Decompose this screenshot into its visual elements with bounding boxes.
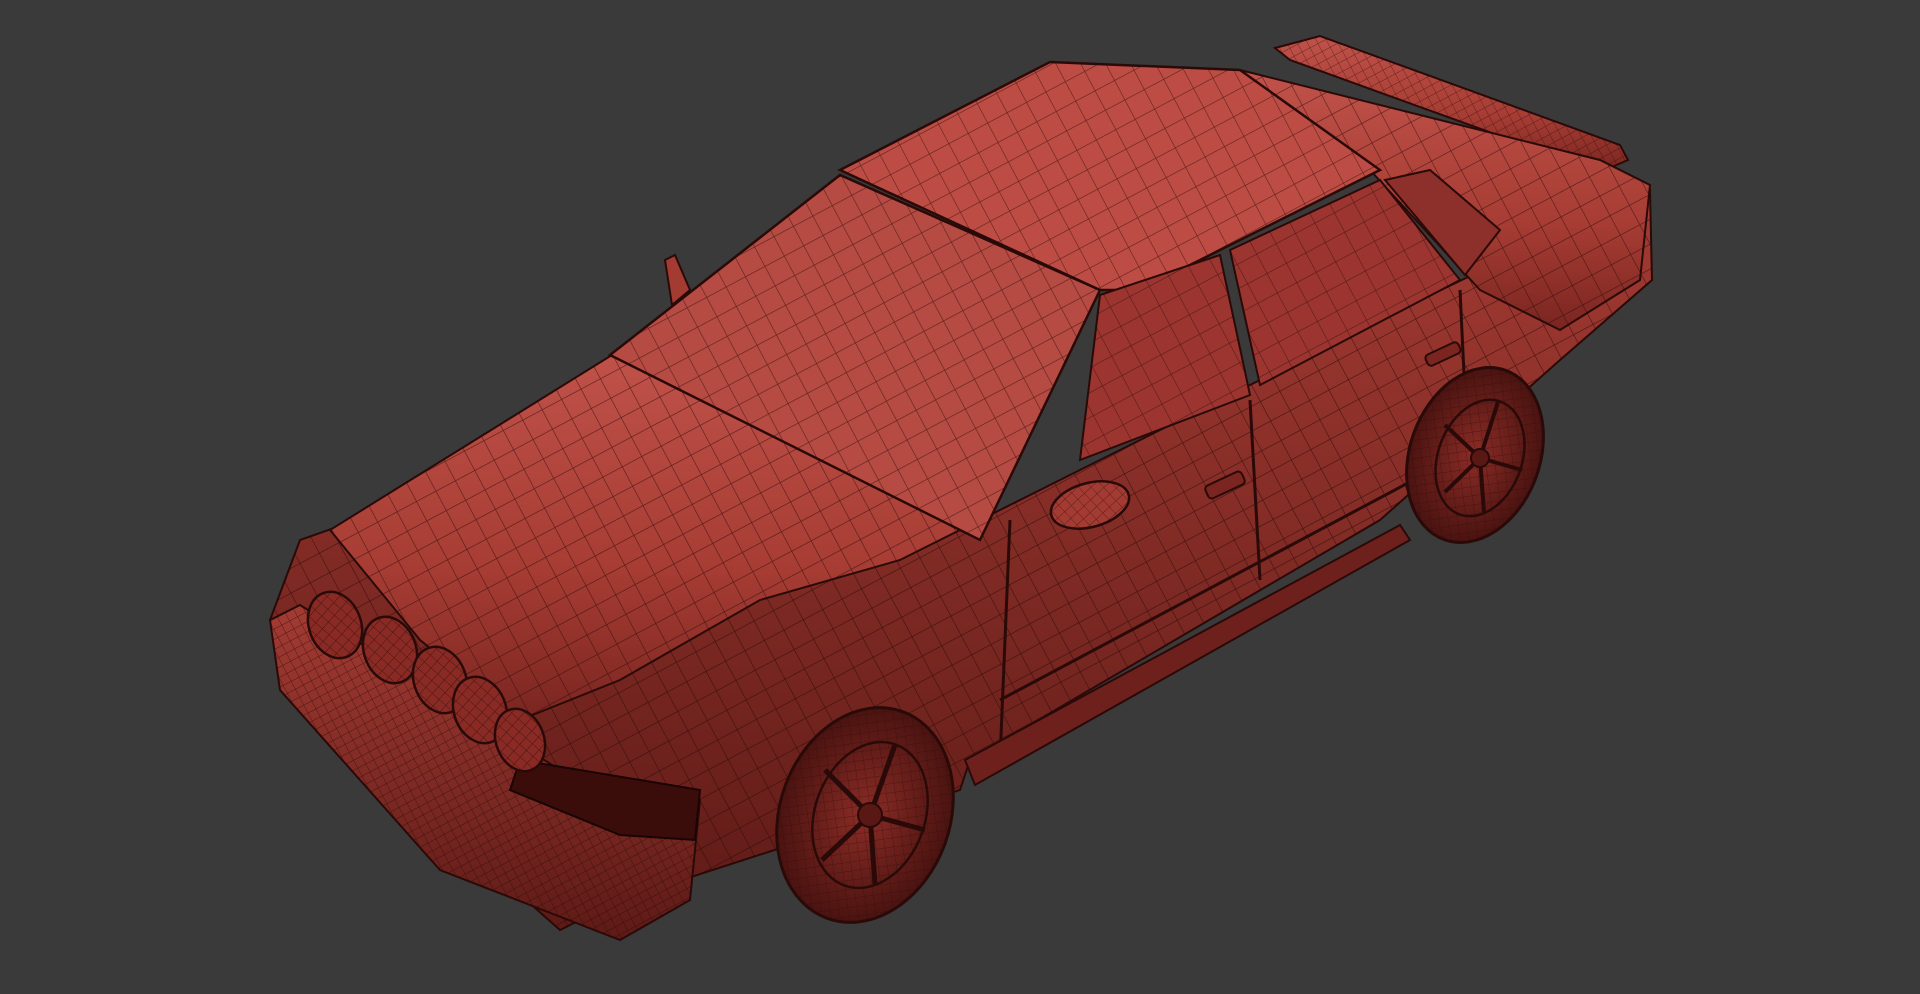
3d-viewport[interactable] — [0, 0, 1920, 994]
car-wireframe-render — [268, 34, 1654, 942]
